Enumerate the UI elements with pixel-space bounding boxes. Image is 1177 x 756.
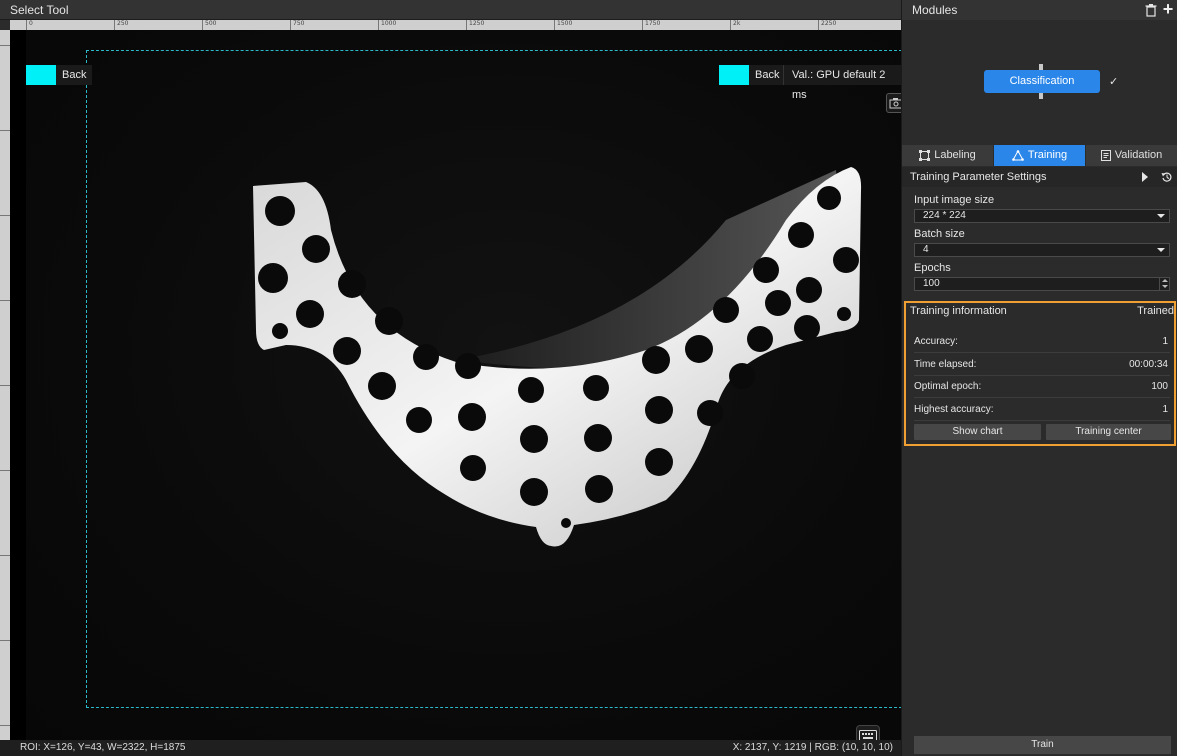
ruler-tick: 750 — [289, 20, 305, 30]
ruler-tick: 2250 — [817, 20, 837, 30]
ruler-tick: 1500 — [553, 20, 573, 30]
check-icon: ✓ — [1109, 76, 1119, 88]
batch-size-label: Batch size — [914, 228, 965, 240]
roi-readout: ROI: X=126, Y=43, W=2322, H=1875 — [20, 742, 186, 753]
labeling-icon — [919, 150, 931, 161]
training-icon — [1011, 150, 1024, 161]
batch-size-select[interactable]: 4 — [914, 243, 1170, 257]
input-size-select[interactable]: 224 * 224 — [914, 209, 1170, 223]
back-button-right[interactable]: Back — [719, 65, 786, 85]
back-label: Back — [56, 65, 93, 85]
training-info-title: Training information — [910, 305, 1007, 317]
ruler-tick: 1000 — [377, 20, 397, 30]
back-button-left[interactable]: Back — [26, 65, 93, 85]
validation-icon — [1100, 150, 1111, 161]
plus-icon[interactable]: + — [1160, 0, 1176, 19]
training-center-button[interactable]: Training center — [1046, 424, 1171, 440]
ruler-tick: 500 — [201, 20, 217, 30]
tab-validation[interactable]: Validation — [1086, 145, 1177, 166]
ruler-tick: 2k — [729, 20, 741, 30]
ruler-tick: 1750 — [641, 20, 661, 30]
color-swatch — [26, 65, 56, 85]
image-viewer: Select Tool 0 250 500 750 1000 1250 1500… — [0, 0, 906, 756]
viewer-title: Select Tool — [0, 0, 901, 20]
play-icon[interactable] — [1142, 172, 1148, 182]
spinner-icon[interactable] — [1159, 278, 1169, 290]
tab-bar: Labeling Training Validation — [902, 145, 1177, 166]
module-graph: Classification ✓ — [902, 20, 1177, 144]
ruler-tick: 250 — [113, 20, 129, 30]
node-output-port[interactable] — [1039, 93, 1043, 99]
reset-icon[interactable] — [1161, 171, 1173, 183]
train-button[interactable]: Train — [914, 736, 1171, 754]
training-info-panel: Training information Trained Accuracy: 1 … — [904, 301, 1176, 446]
classification-module-node[interactable]: Classification — [984, 70, 1100, 93]
inspection-image[interactable] — [26, 30, 902, 740]
roi-rectangle[interactable] — [86, 50, 902, 708]
cursor-readout: X: 2137, Y: 1219 | RGB: (10, 10, 10) — [732, 742, 893, 753]
ruler-tick: 0 — [26, 20, 33, 30]
vertical-ruler — [0, 30, 10, 740]
input-size-label: Input image size — [914, 194, 995, 206]
right-panel: Modules + Classification ✓ Labeling Trai… — [901, 0, 1177, 756]
color-swatch — [719, 65, 749, 85]
training-status: Trained — [1137, 305, 1174, 317]
info-row-accuracy: Accuracy: 1 — [914, 331, 1170, 353]
info-row-optimal-epoch: Optimal epoch: 100 — [914, 376, 1170, 398]
info-row-highest-accuracy: Highest accuracy: 1 — [914, 399, 1170, 421]
modules-header: Modules + — [902, 0, 1177, 20]
epochs-label: Epochs — [914, 262, 951, 274]
modules-title: Modules — [912, 3, 958, 17]
info-row-time-elapsed: Time elapsed: 00:00:34 — [914, 354, 1170, 376]
back-label: Back — [749, 65, 786, 85]
param-settings-title: Training Parameter Settings — [910, 171, 1047, 183]
validation-time-label: Val.: GPU default 2 ms — [783, 65, 901, 101]
image-canvas[interactable]: Back Back Val.: GPU default 2 ms — [10, 30, 906, 747]
horizontal-ruler: 0 250 500 750 1000 1250 1500 1750 2k 225… — [10, 20, 901, 30]
tab-training[interactable]: Training — [994, 145, 1086, 166]
trash-icon[interactable] — [1144, 3, 1158, 17]
training-info-header: Training information Trained — [906, 303, 1174, 321]
tab-labeling[interactable]: Labeling — [902, 145, 994, 166]
epochs-input[interactable]: 100 — [914, 277, 1170, 291]
ruler-tick: 1250 — [465, 20, 485, 30]
param-settings-header: Training Parameter Settings — [902, 167, 1177, 187]
chevron-down-icon — [1157, 248, 1165, 252]
show-chart-button[interactable]: Show chart — [914, 424, 1041, 440]
status-bar: ROI: X=126, Y=43, W=2322, H=1875 X: 2137… — [0, 740, 901, 756]
chevron-down-icon — [1157, 214, 1165, 218]
